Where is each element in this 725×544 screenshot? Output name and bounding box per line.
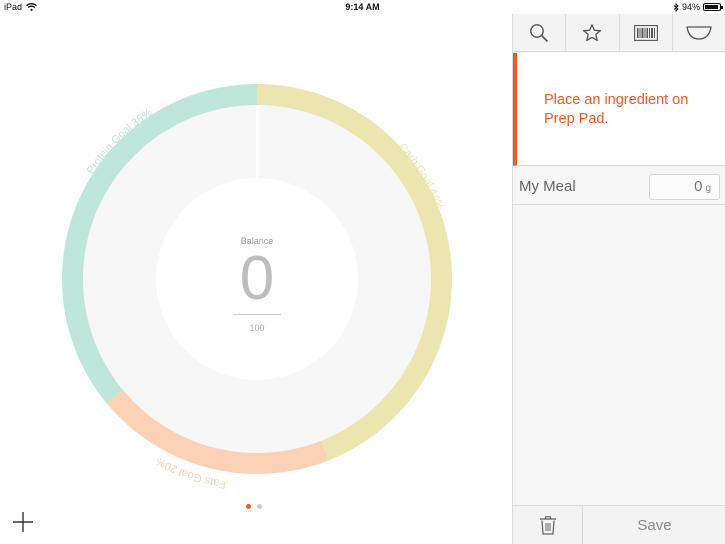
delete-button[interactable] xyxy=(513,506,583,544)
add-button[interactable] xyxy=(12,511,34,533)
search-icon xyxy=(530,23,549,42)
bowl-button[interactable] xyxy=(673,14,725,51)
barcode-button[interactable] xyxy=(620,14,673,51)
favorites-button[interactable] xyxy=(566,14,620,51)
meal-weight-value: 0 xyxy=(694,178,703,195)
balance-divider xyxy=(233,314,281,315)
meal-row[interactable]: My Meal 0g xyxy=(513,169,725,205)
wheel-start-marker xyxy=(256,105,259,181)
bowl-icon xyxy=(686,25,712,40)
bluetooth-icon xyxy=(673,2,679,12)
panel-bottom-bar: Save xyxy=(513,505,725,544)
barcode-icon xyxy=(633,24,658,41)
meal-name[interactable]: My Meal xyxy=(519,178,576,195)
page-dot-active[interactable] xyxy=(246,504,251,509)
panel-toolbar xyxy=(513,14,725,52)
prompt-text: Place an ingredient on Prep Pad. xyxy=(544,92,689,127)
search-button[interactable] xyxy=(513,14,567,51)
meal-weight-field[interactable]: 0g xyxy=(649,174,720,200)
plus-icon xyxy=(13,512,33,532)
battery-fill xyxy=(705,5,719,9)
balance-value: 0 xyxy=(239,244,275,313)
status-bar: iPad 9:14 AM 94% xyxy=(0,0,725,14)
meal-panel: Place an ingredient on Prep Pad. My Meal… xyxy=(512,14,725,544)
save-button[interactable]: Save xyxy=(583,506,725,544)
main-area: Protein Goal 36% Carb Goal 44% Fats Goal… xyxy=(0,14,512,544)
balance-goal: 100 xyxy=(249,323,265,333)
page-dot[interactable] xyxy=(257,504,262,509)
battery-percent: 94% xyxy=(681,2,700,12)
battery-icon xyxy=(703,3,723,11)
meal-weight-unit: g xyxy=(705,183,711,194)
page-indicator[interactable] xyxy=(246,504,262,509)
star-icon xyxy=(583,23,602,41)
trash-icon xyxy=(539,516,556,535)
prep-pad-prompt: Place an ingredient on Prep Pad. xyxy=(513,53,725,166)
status-time: 9:14 AM xyxy=(345,2,380,12)
